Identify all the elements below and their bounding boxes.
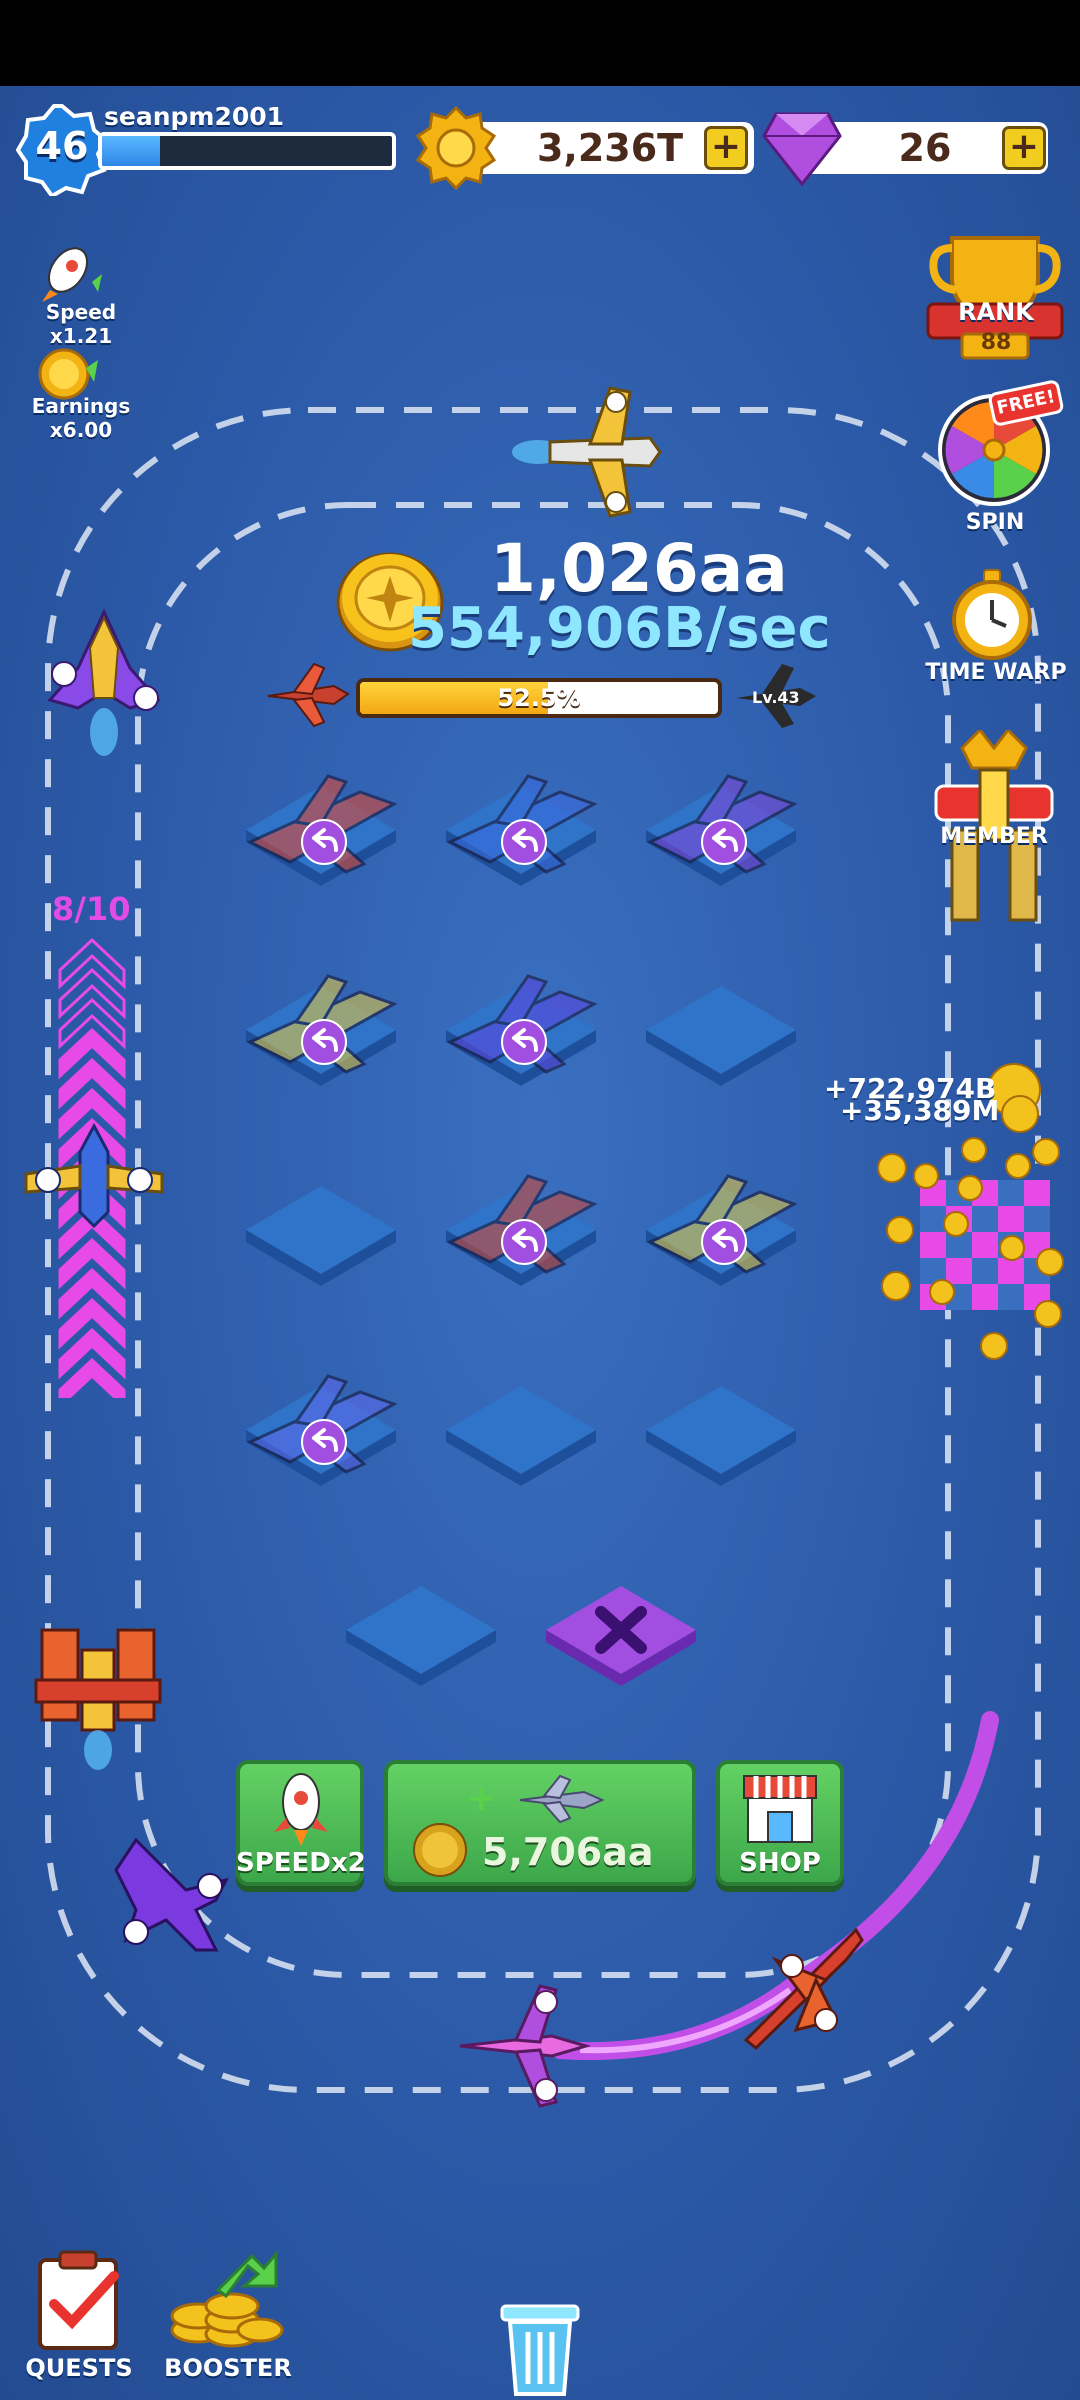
rank-value: 88 [980,330,1012,355]
current-plane-icon [267,662,350,728]
floating-income-2: +35,389M [840,1094,1000,1127]
merge-slot-empty[interactable] [436,1346,606,1496]
track-plane-33[interactable] [22,1122,166,1232]
track-plane-35[interactable] [34,608,174,758]
track-plane-37[interactable] [106,1830,236,1970]
quests-label: QUESTS [25,2354,133,2382]
rocket-icon [274,1773,328,1846]
merge-slot-plane-33[interactable] [236,746,406,896]
earnings-boost-label: Earnings x6.00 [31,394,131,442]
upgrade-chevron [58,937,126,990]
status-bar [0,0,1080,86]
undo-icon [501,819,547,865]
speed-x2-label: SPEEDx2 [236,1848,366,1878]
member-label: MEMBER [940,824,1048,849]
add-coins-button[interactable]: + [704,126,748,170]
undo-icon [501,1019,547,1065]
add-gems-button[interactable]: + [1002,126,1046,170]
shop-icon [743,1775,817,1843]
merge-slot-plane-28[interactable] [236,1346,406,1496]
booster-coins-icon[interactable] [168,2250,288,2350]
gear-coin-icon [416,106,496,190]
coin-amount: 3,236T [536,126,684,170]
xp-progress-bar [98,132,396,170]
speed-boost-label: Speed x1.21 [45,300,117,348]
undo-icon [301,1419,347,1465]
cancel-slot[interactable] [536,1546,706,1696]
merge-slot-plane-37[interactable] [436,946,606,1096]
time-warp-label: TIME WARP [925,660,1067,685]
undo-icon [301,1019,347,1065]
upgrade-counter: 8/10 [52,890,131,928]
track-plane-28[interactable] [456,1980,590,2112]
rank-label: RANK [958,298,1034,326]
merge-slot-plane-34[interactable] [636,1146,806,1296]
undo-icon [501,1219,547,1265]
merge-slot-empty[interactable] [636,946,806,1096]
shop-label: SHOP [739,1848,821,1878]
track-plane-29[interactable] [32,1620,164,1770]
buy-plane-cost: 5,706aa [482,1830,654,1874]
level-progress-text: 52.5% [497,684,581,712]
merge-slot-plane-34[interactable] [236,946,406,1096]
gem-amount: 26 [898,126,952,170]
booster-label: BOOSTER [164,2354,292,2382]
trash-icon[interactable] [498,2296,582,2396]
svg-text:+: + [466,1778,496,1819]
undo-icon [701,819,747,865]
track-plane-28b[interactable] [736,1920,872,2056]
spin-label: SPIN [965,510,1025,535]
player-username: seanpm2001 [104,102,285,131]
undo-icon [301,819,347,865]
merge-slot-empty[interactable] [336,1546,506,1696]
stopwatch-icon[interactable] [948,568,1036,660]
buy-plane-icon: + [466,1774,604,1824]
earning-rate: 554,906B/sec [408,596,831,661]
quests-clipboard-icon[interactable] [30,2250,126,2350]
next-level-label: Lv.43 [752,688,800,707]
player-level: 46 [35,124,89,168]
merge-slot-plane-29[interactable] [436,1146,606,1296]
track-plane-34[interactable] [510,382,680,522]
purple-gem-icon [762,112,842,186]
coin-icon [413,1823,467,1877]
rocket-boost-icon[interactable] [36,238,106,304]
merge-slot-empty[interactable] [636,1346,806,1496]
merge-slot-plane-33[interactable] [436,746,606,896]
xp-progress-fill [102,136,160,166]
merge-slot-empty[interactable] [236,1146,406,1296]
undo-icon [701,1219,747,1265]
merge-slot-plane-35[interactable] [636,746,806,896]
